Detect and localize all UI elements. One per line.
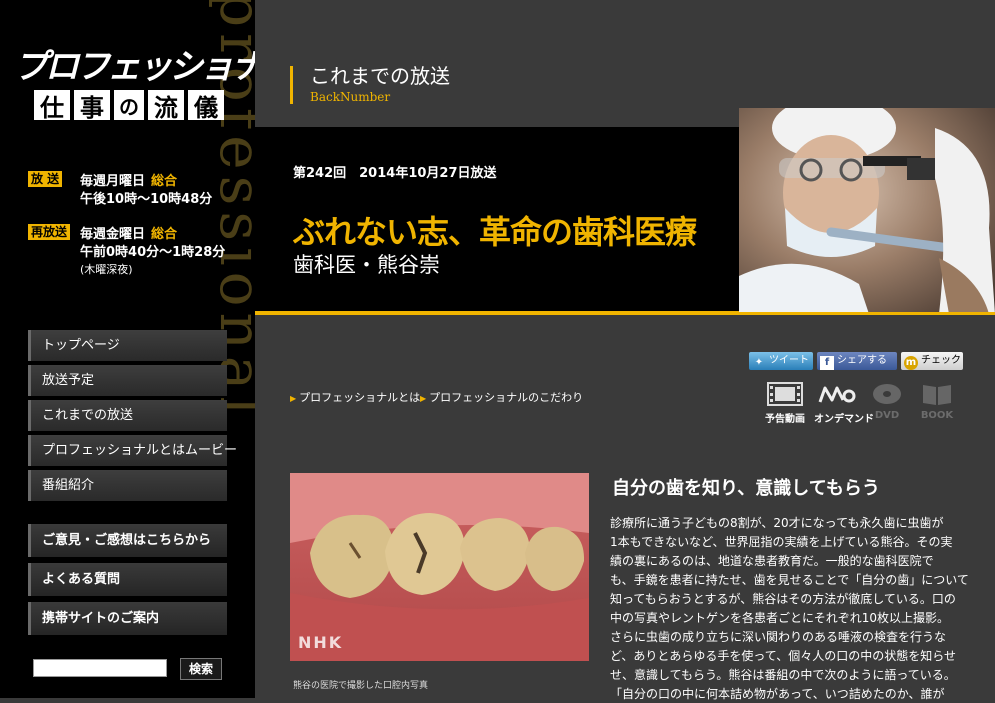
nav-mobile-site[interactable]: 携帯サイトのご案内	[28, 602, 227, 635]
section-subtitle: BackNumber	[310, 90, 391, 104]
article-line: 知ってもらおうとするが、熊谷はその方法が徹底している。口の	[610, 592, 956, 606]
nav-faq[interactable]: よくある質問	[28, 563, 227, 596]
article-line: 績の裏にあるのは、地道な患者教育だ。一般的な歯科医院で	[610, 554, 934, 568]
article-line: 「自分の口の中に何本詰め物があって、いつ詰めたのか、誰が	[610, 687, 945, 701]
photo-caption: 熊谷の医院で撮影した口腔内写真	[293, 681, 429, 691]
nav-schedule[interactable]: 放送予定	[28, 365, 227, 396]
dentist-photo	[739, 108, 995, 314]
nav-movie[interactable]: プロフェッショナルとはムービー	[28, 435, 237, 466]
episode-banner: 第242回 2014年10月27日放送 ぶれない志、革命の歯科医療 歯科医・熊谷…	[255, 127, 739, 314]
rebroadcast-day: 毎週金曜日 総合	[80, 227, 178, 242]
media-trailer[interactable]: 予告動画	[762, 382, 808, 425]
media-dvd[interactable]: DVD	[864, 382, 910, 421]
media-book[interactable]: BOOK	[914, 382, 960, 421]
article-line: も、手鏡を患者に持たせ、歯を見せることで「自分の歯」について	[610, 573, 969, 587]
facebook-icon: f	[820, 356, 834, 370]
channel-label: 総合	[151, 174, 178, 189]
broadcast-tag: 放 送	[28, 171, 63, 187]
link-about-professional[interactable]: ▶ プロフェッショナルとは	[290, 389, 420, 405]
episode-title: ぶれない志、革命の歯科医療	[293, 213, 697, 251]
nav-top-page[interactable]: トップページ	[28, 330, 227, 361]
rebroadcast-note: (木曜深夜)	[80, 263, 133, 276]
ondemand-icon	[814, 382, 860, 406]
logo-char: 仕	[34, 90, 70, 122]
mixi-icon: m	[904, 356, 918, 370]
program-logo[interactable]: プロフェッショナル 仕 事 の 流 儀	[14, 47, 255, 122]
article-heading: 自分の歯を知り、意識してもらう	[612, 478, 880, 499]
logo-char: 流	[148, 90, 184, 122]
search-input[interactable]	[33, 659, 167, 677]
article-line: 中の写真やレントゲンを各患者ごとにそれぞれ10枚以上撮影。	[610, 611, 950, 625]
nav-feedback[interactable]: ご意見・ご感想はこちらから	[28, 524, 227, 557]
episode-info: 第242回 2014年10月27日放送	[293, 166, 497, 181]
broadcast-day: 毎週月曜日 総合	[80, 174, 178, 189]
episode-hero: 第242回 2014年10月27日放送 ぶれない志、革命の歯科医療 歯科医・熊谷…	[255, 108, 995, 314]
article-line: せ、意識してもらう。熊谷は番組の中で次のように語っている。	[610, 668, 956, 682]
channel-label: 総合	[151, 227, 178, 242]
hero-divider	[255, 312, 995, 315]
rebroadcast-time: 午前0時40分～1時28分	[80, 245, 226, 260]
logo-char: の	[114, 90, 144, 120]
book-icon	[914, 382, 960, 406]
mixi-check-button[interactable]: m チェック	[901, 352, 963, 370]
nav-program-info[interactable]: 番組紹介	[28, 470, 227, 501]
arrow-icon: ▶	[290, 394, 297, 403]
sidebar: professional プロフェッショナル 仕 事 の 流 儀 放 送 毎週月…	[0, 0, 255, 698]
rebroadcast-tag: 再放送	[28, 224, 71, 240]
dvd-icon	[864, 382, 910, 406]
article-line: ど、ありとあらゆる手を使って、個々人の口の中の状態を知らせ	[610, 649, 956, 663]
logo-title: プロフェッショナル	[14, 47, 255, 87]
article-line: 1本もできないなど、世界屈指の実績を上げている熊谷。その実	[610, 535, 953, 549]
media-ondemand[interactable]: オンデマンド	[814, 382, 874, 425]
arrow-icon: ▶	[420, 394, 427, 403]
twitter-icon: ✦	[754, 357, 764, 368]
episode-person: 歯科医・熊谷崇	[293, 253, 440, 277]
search-button[interactable]: 検索	[180, 658, 222, 680]
section-header: これまでの放送 BackNumber	[290, 66, 450, 104]
link-professional-kodawari[interactable]: ▶ プロフェッショナルのこだわり	[420, 389, 583, 405]
logo-char: 儀	[188, 90, 224, 122]
article-line: 診療所に通う子どもの8割が、20才になっても永久歯に虫歯が	[610, 516, 944, 530]
logo-char: 事	[74, 90, 110, 122]
film-icon	[762, 382, 808, 406]
main-content: これまでの放送 BackNumber 第242回 2014年10月27日放送 ぶ…	[255, 0, 995, 701]
broadcast-time: 午後10時～10時48分	[80, 192, 213, 207]
tweet-button[interactable]: ✦ ツイート	[749, 352, 813, 370]
facebook-share-button[interactable]: f シェアする	[817, 352, 897, 370]
nhk-watermark: NHK	[298, 633, 344, 652]
nav-back-number[interactable]: これまでの放送	[28, 400, 227, 431]
oral-photo: NHK	[290, 473, 589, 661]
article-line: さらに虫歯の成り立ちに深い関わりのある唾液の検査を行うな	[610, 630, 947, 644]
section-title: これまでの放送	[310, 64, 450, 88]
logo-subtitle: 仕 事 の 流 儀	[34, 90, 238, 122]
